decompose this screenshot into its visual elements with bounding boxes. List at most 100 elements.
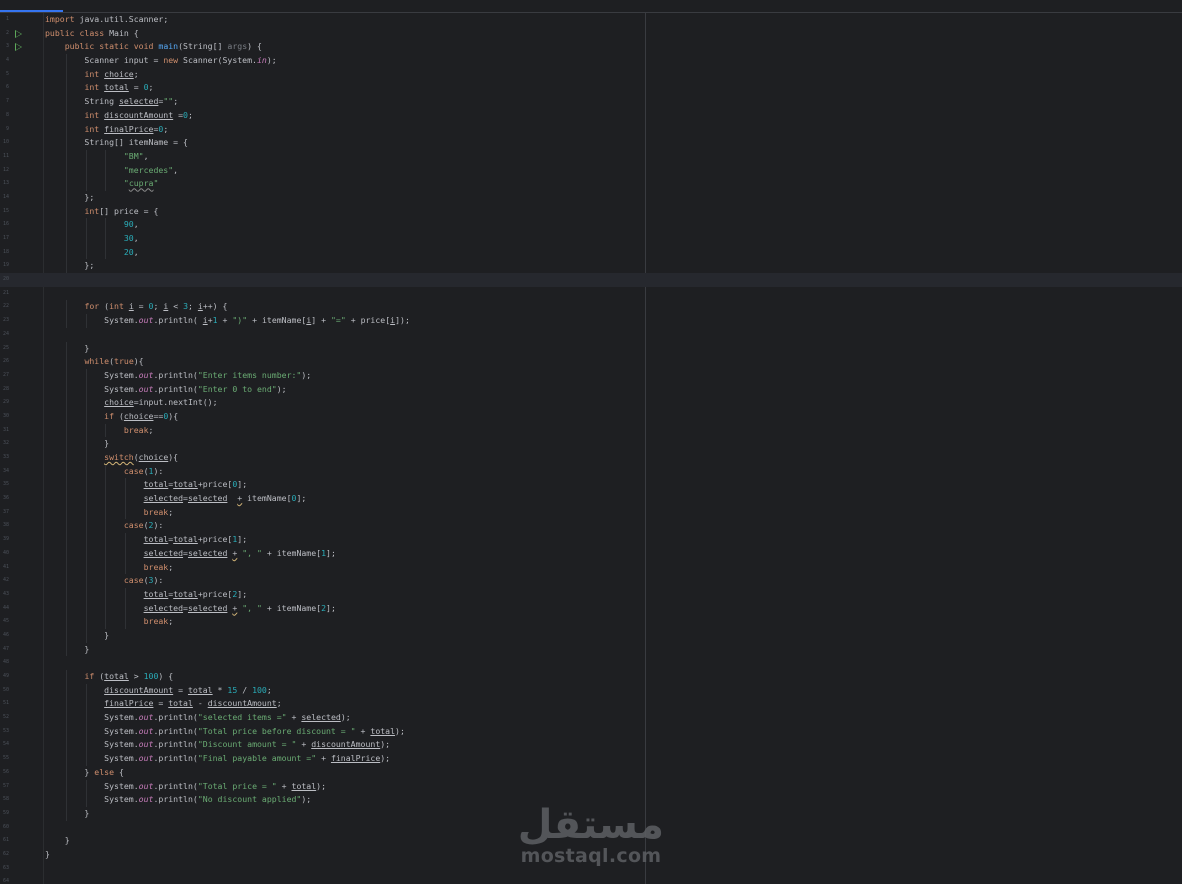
code-line[interactable]: 49 if (total > 100) {: [0, 670, 1182, 684]
code-text[interactable]: break;: [45, 615, 174, 629]
code-line[interactable]: 32 }: [0, 437, 1182, 451]
code-line[interactable]: 3 public static void main(String[] args)…: [0, 40, 1182, 54]
code-text[interactable]: total=total+price[2];: [45, 588, 248, 602]
code-text[interactable]: if (choice==0){: [45, 410, 178, 424]
code-line[interactable]: 53 System.out.println("Total price befor…: [0, 724, 1182, 739]
code-line[interactable]: 28 System.out.println("Enter 0 to end");: [0, 382, 1182, 397]
code-line[interactable]: 6 int total = 0;: [0, 81, 1182, 96]
code-line[interactable]: 51 finalPrice = total - discountAmount;: [0, 697, 1182, 712]
code-line[interactable]: 36 selected=selected + itemName[0];: [0, 492, 1182, 506]
code-line[interactable]: 44 selected=selected + ", " + itemName[2…: [0, 601, 1182, 616]
code-line[interactable]: 50 discountAmount = total * 15 / 100;: [0, 683, 1182, 698]
code-text[interactable]: case(2):: [45, 519, 163, 533]
code-text[interactable]: System.out.println("No discount applied"…: [45, 793, 311, 807]
code-line[interactable]: 12 "mercedes",: [0, 163, 1182, 178]
code-text[interactable]: import java.util.Scanner;: [45, 13, 168, 27]
code-line[interactable]: 43 total=total+price[2];: [0, 587, 1182, 602]
code-line[interactable]: 1 import java.util.Scanner;: [0, 13, 1182, 27]
code-text[interactable]: total=total+price[0];: [45, 478, 248, 492]
code-text[interactable]: choice=input.nextInt();: [45, 396, 217, 410]
code-lines[interactable]: 1 import java.util.Scanner; 2 public class …: [0, 13, 1182, 884]
code-text[interactable]: }: [45, 342, 89, 356]
code-text[interactable]: selected=selected + ", " + itemName[1];: [45, 547, 336, 561]
code-text[interactable]: System.out.println("Total price before d…: [45, 725, 405, 739]
code-line[interactable]: 29 choice=input.nextInt();: [0, 396, 1182, 410]
code-line[interactable]: 64: [0, 875, 1182, 884]
code-line[interactable]: 25 }: [0, 341, 1182, 356]
code-text[interactable]: } else {: [45, 766, 123, 780]
code-text[interactable]: case(3):: [45, 574, 163, 588]
code-line[interactable]: 40 selected=selected + ", " + itemName[1…: [0, 546, 1182, 561]
code-text[interactable]: int discountAmount =0;: [45, 109, 192, 123]
code-line[interactable]: 18 20,: [0, 245, 1182, 260]
code-line[interactable]: 7 String selected="";: [0, 95, 1182, 109]
code-line[interactable]: 34 case(1):: [0, 464, 1182, 479]
code-text[interactable]: };: [45, 259, 94, 273]
code-line[interactable]: 13 "cupra": [0, 177, 1182, 191]
code-line[interactable]: 20: [0, 273, 1182, 287]
code-line[interactable]: 39 total=total+price[1];: [0, 533, 1182, 547]
code-text[interactable]: break;: [45, 506, 174, 520]
code-text[interactable]: System.out.println("Total price = " + to…: [45, 780, 326, 794]
code-text[interactable]: System.out.println("Final payable amount…: [45, 752, 390, 766]
code-line[interactable]: 9 int finalPrice=0;: [0, 122, 1182, 137]
code-line[interactable]: 10 String[] itemName = {: [0, 136, 1182, 150]
code-line[interactable]: 8 int discountAmount =0;: [0, 108, 1182, 123]
code-line[interactable]: 17 30,: [0, 232, 1182, 246]
run-icon[interactable]: [15, 43, 22, 52]
code-text[interactable]: int choice;: [45, 68, 138, 82]
code-text[interactable]: System.out.println("Enter items number:"…: [45, 369, 311, 383]
code-text[interactable]: discountAmount = total * 15 / 100;: [45, 684, 272, 698]
code-text[interactable]: break;: [45, 424, 154, 438]
code-line[interactable]: 15 int[] price = {: [0, 204, 1182, 219]
code-text[interactable]: 20,: [45, 246, 139, 260]
code-line[interactable]: 4 Scanner input = new Scanner(System.in)…: [0, 54, 1182, 68]
code-text[interactable]: total=total+price[1];: [45, 533, 248, 547]
code-text[interactable]: break;: [45, 561, 174, 575]
code-editor[interactable]: 1 import java.util.Scanner; 2 public class …: [0, 0, 1182, 884]
code-text[interactable]: 30,: [45, 232, 139, 246]
code-text[interactable]: finalPrice = total - discountAmount;: [45, 697, 282, 711]
code-line[interactable]: 22 for (int i = 0; i < 3; i++) {: [0, 300, 1182, 315]
code-text[interactable]: public class Main {: [45, 27, 139, 41]
code-text[interactable]: public static void main(String[] args) {: [45, 40, 262, 54]
code-line[interactable]: 46 }: [0, 628, 1182, 643]
code-line[interactable]: 35 total=total+price[0];: [0, 478, 1182, 493]
code-text[interactable]: System.out.println("selected items =" + …: [45, 711, 351, 725]
code-text[interactable]: Scanner input = new Scanner(System.in);: [45, 54, 276, 68]
code-text[interactable]: int finalPrice=0;: [45, 123, 168, 137]
code-line[interactable]: 2 public class Main {: [0, 27, 1182, 41]
code-text[interactable]: String[] itemName = {: [45, 136, 188, 150]
run-icon[interactable]: [15, 29, 22, 38]
code-text[interactable]: if (total > 100) {: [45, 670, 173, 684]
code-line[interactable]: 54 System.out.println("Discount amount =…: [0, 738, 1182, 753]
code-text[interactable]: int[] price = {: [45, 205, 158, 219]
code-text[interactable]: "mercedes",: [45, 164, 178, 178]
code-line[interactable]: 37 break;: [0, 505, 1182, 520]
code-line[interactable]: 45 break;: [0, 615, 1182, 629]
code-line[interactable]: 33 switch(choice){: [0, 451, 1182, 465]
code-text[interactable]: }: [45, 807, 89, 821]
code-text[interactable]: selected=selected + itemName[0];: [45, 492, 307, 506]
code-line[interactable]: 31 break;: [0, 423, 1182, 438]
code-line[interactable]: 52 System.out.println("selected items ="…: [0, 711, 1182, 725]
code-line[interactable]: 23 System.out.println( i+1 + ")" + itemN…: [0, 314, 1182, 328]
code-line[interactable]: 57 System.out.println("Total price = " +…: [0, 779, 1182, 794]
code-line[interactable]: 26 while(true){: [0, 355, 1182, 369]
code-text[interactable]: case(1):: [45, 465, 163, 479]
code-line[interactable]: 41 break;: [0, 560, 1182, 575]
code-text[interactable]: System.out.println( i+1 + ")" + itemName…: [45, 314, 410, 328]
code-text[interactable]: System.out.println("Discount amount = " …: [45, 738, 390, 752]
code-line[interactable]: 30 if (choice==0){: [0, 409, 1182, 424]
code-line[interactable]: 47 }: [0, 642, 1182, 657]
code-line[interactable]: 5 int choice;: [0, 67, 1182, 82]
code-line[interactable]: 56 } else {: [0, 765, 1182, 780]
code-line[interactable]: 14 };: [0, 190, 1182, 205]
code-line[interactable]: 11 "BM",: [0, 149, 1182, 164]
code-text[interactable]: }: [45, 834, 70, 848]
code-line[interactable]: 21: [0, 287, 1182, 301]
code-text[interactable]: String selected="";: [45, 95, 178, 109]
code-text[interactable]: };: [45, 191, 94, 205]
code-line[interactable]: 55 System.out.println("Final payable amo…: [0, 752, 1182, 766]
code-text[interactable]: selected=selected + ", " + itemName[2];: [45, 602, 336, 616]
